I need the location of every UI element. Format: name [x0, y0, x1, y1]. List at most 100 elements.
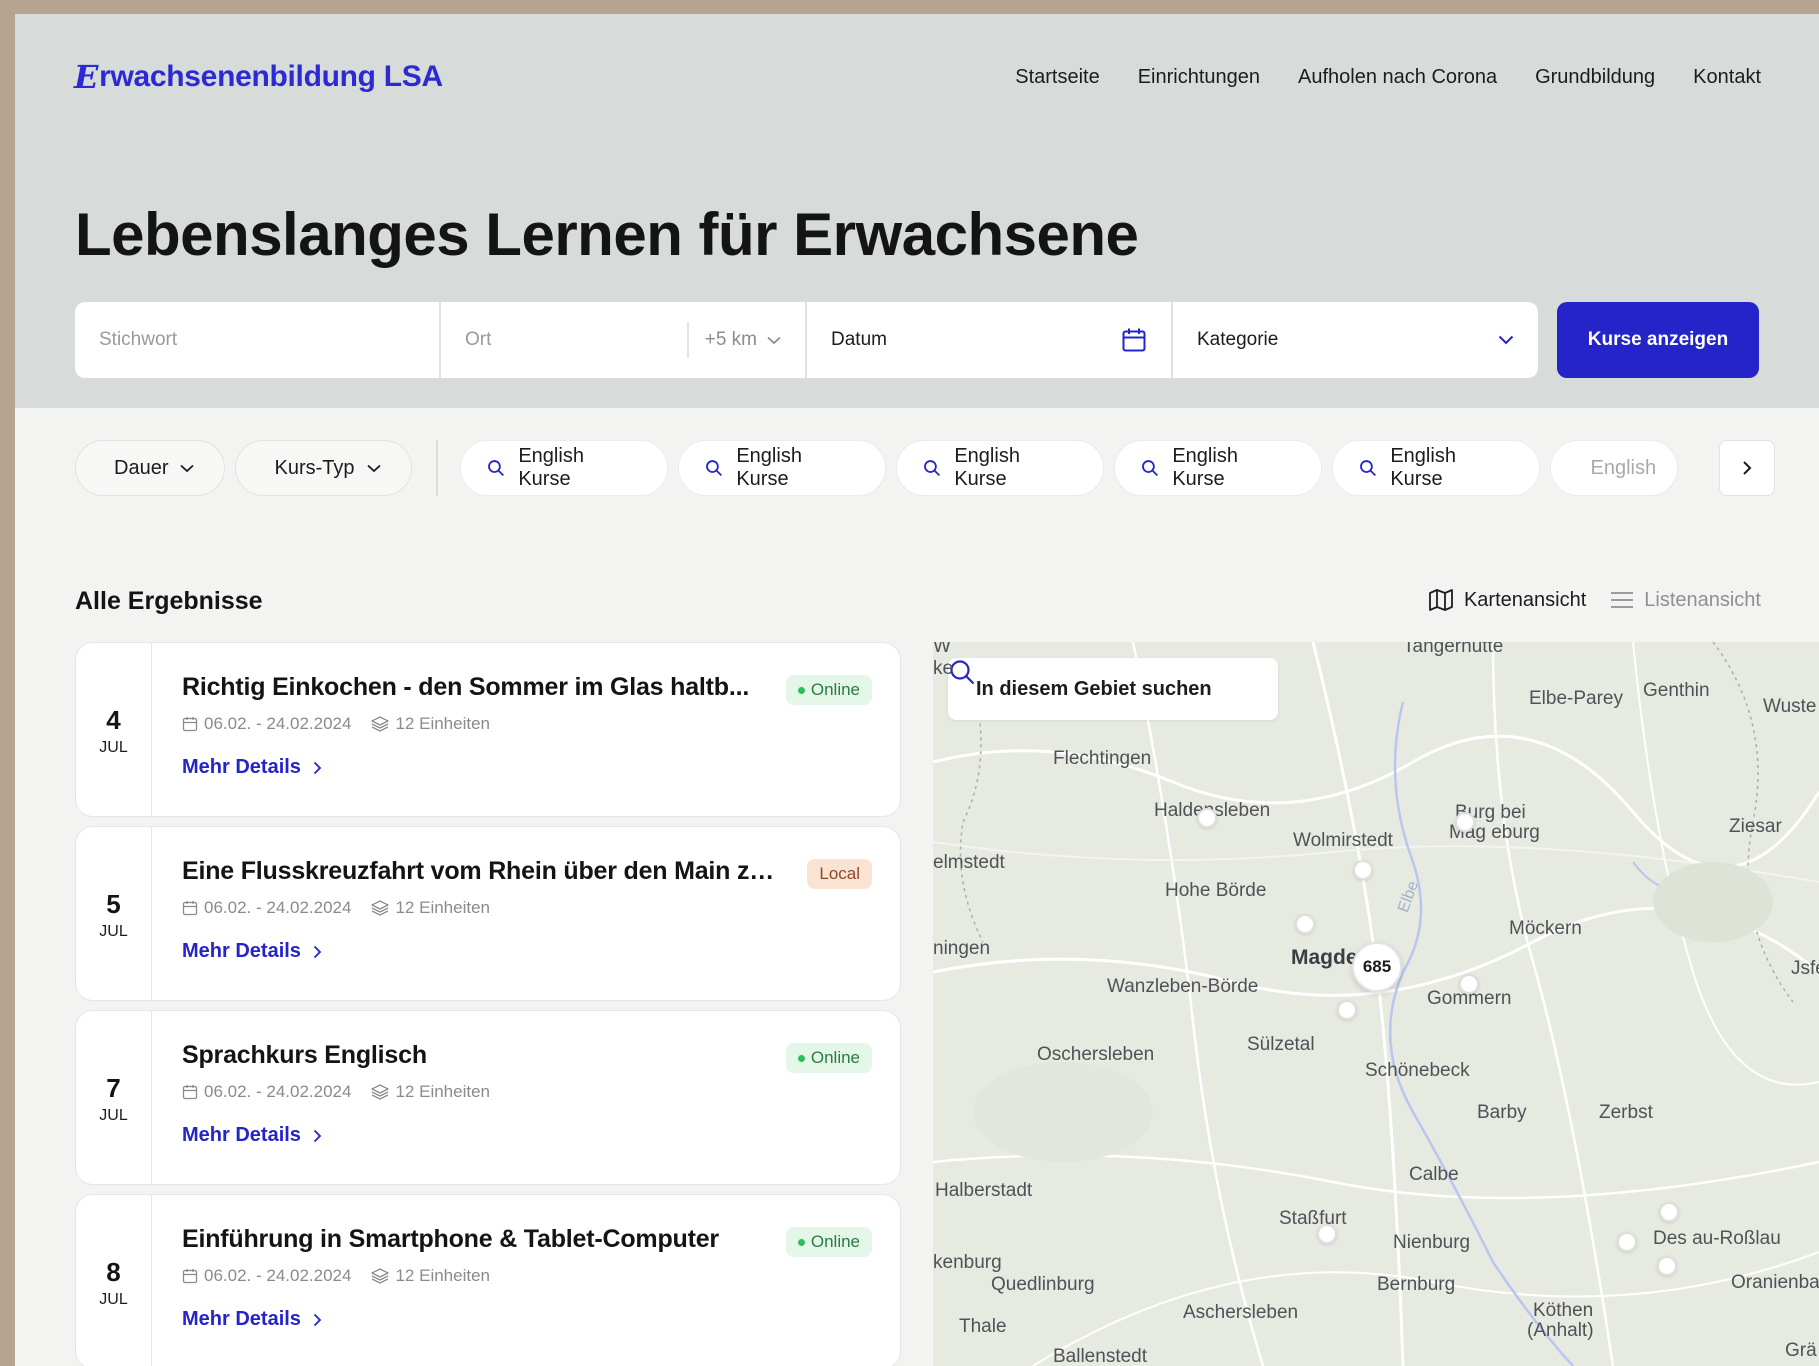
search-icon [705, 460, 722, 477]
view-toggle: Kartenansicht Listenansicht [1428, 588, 1761, 612]
status-badge-label: Online [810, 1048, 860, 1067]
course-date: 5 JUL [76, 827, 152, 1000]
filter-dauer[interactable]: Dauer [75, 440, 226, 496]
nav-link-grundbildung[interactable]: Grundbildung [1535, 66, 1655, 89]
logo-mark: E [74, 58, 99, 96]
suggestion-chip[interactable]: English [1549, 440, 1678, 496]
course-day: 5 [106, 888, 121, 919]
map-pin[interactable] [1455, 812, 1475, 832]
results-list: 4 JUL Richtig Einkochen - den Sommer im … [75, 642, 901, 1366]
course-month: JUL [99, 738, 128, 756]
map-icon [1429, 589, 1453, 611]
map-pin[interactable] [1353, 860, 1373, 880]
course-body: Einführung in Smartphone & Tablet-Comput… [152, 1195, 900, 1366]
keyword-input[interactable]: Stichwort [75, 302, 441, 378]
course-card[interactable]: 4 JUL Richtig Einkochen - den Sommer im … [75, 642, 901, 817]
location-input[interactable]: Ort +5 km [441, 302, 807, 378]
map-label: Ziesar [1729, 816, 1782, 837]
suggestion-chip[interactable]: English Kurse [1113, 440, 1322, 496]
map-cluster-marker[interactable]: 685 [1352, 942, 1402, 992]
radius-value: +5 km [704, 329, 757, 350]
filter-dauer-label: Dauer [114, 456, 169, 479]
search-area-button[interactable]: In diesem Gebiet suchen [948, 658, 1278, 720]
course-card[interactable]: 5 JUL Eine Flusskreuzfahrt vom Rhein übe… [75, 826, 901, 1001]
more-details-link[interactable]: Mehr Details [182, 1124, 872, 1147]
suggestion-chip[interactable]: English Kurse [895, 440, 1104, 496]
map-pin[interactable] [1295, 914, 1315, 934]
map-pin[interactable] [1617, 1232, 1637, 1252]
course-units: 12 Einheiten [371, 898, 490, 918]
map-pin[interactable] [1657, 1256, 1677, 1276]
nav-link-kontakt[interactable]: Kontakt [1693, 66, 1761, 89]
filter-kurs-typ[interactable]: Kurs-Typ [235, 440, 412, 496]
search-icon [487, 460, 504, 477]
map-label: Wuste [1763, 696, 1817, 717]
map-pin[interactable] [1337, 1000, 1357, 1020]
list-view-toggle[interactable]: Listenansicht [1610, 589, 1761, 612]
course-card[interactable]: 7 JUL Sprachkurs Englisch 06.02. - 24.02… [75, 1010, 901, 1185]
category-select[interactable]: Kategorie [1173, 302, 1538, 378]
list-icon [1611, 592, 1634, 608]
nav-link-aufholen[interactable]: Aufholen nach Corona [1298, 66, 1497, 89]
status-badge: Online [785, 1227, 872, 1257]
filter-bar: Dauer Kurs-Typ English Kurse English Kur… [75, 440, 1775, 496]
suggestion-chip[interactable]: English Kurse [1331, 440, 1540, 496]
layers-icon [371, 716, 390, 732]
map-label: Halberstadt [935, 1180, 1033, 1201]
course-units-text: 12 Einheiten [395, 1266, 490, 1285]
map-view-label: Kartenansicht [1463, 588, 1587, 611]
page-title: Lebenslanges Lernen für Erwachsene [75, 201, 1139, 268]
map-label: Grä [1785, 1340, 1817, 1361]
chevron-right-icon [1743, 461, 1752, 475]
course-date: 8 JUL [76, 1195, 152, 1366]
course-dates: 06.02. - 24.02.2024 [182, 898, 351, 918]
results-map[interactable]: In diesem Gebiet suchen W ke Tangerhütte… [933, 642, 1819, 1366]
chevron-down-icon [366, 464, 381, 472]
more-details-link[interactable]: Mehr Details [182, 940, 872, 963]
map-label: Elbe-Parey [1529, 688, 1623, 709]
more-details-link[interactable]: Mehr Details [182, 756, 872, 779]
course-title[interactable]: Einführung in Smartphone & Tablet-Comput… [182, 1225, 782, 1254]
suggestion-chip[interactable]: English Kurse [677, 440, 886, 496]
course-title[interactable]: Richtig Einkochen - den Sommer im Glas h… [182, 673, 782, 702]
chevron-down-icon [767, 336, 781, 344]
suggestion-chip[interactable]: English Kurse [459, 440, 668, 496]
site-logo[interactable]: Erwachsenenbildung LSA [74, 58, 443, 96]
course-units-text: 12 Einheiten [395, 1082, 490, 1101]
more-details-label: Mehr Details [182, 1308, 301, 1330]
map-pin[interactable] [1317, 1224, 1337, 1244]
course-month: JUL [99, 922, 128, 940]
map-label: (Anhalt) [1527, 1320, 1594, 1341]
map-label: Calbe [1409, 1164, 1459, 1185]
scroll-chips-right-button[interactable] [1719, 440, 1775, 496]
show-courses-button[interactable]: Kurse anzeigen [1557, 302, 1759, 378]
chevron-down-icon [180, 464, 195, 472]
status-badge-label: Online [810, 680, 860, 699]
course-title[interactable]: Sprachkurs Englisch [182, 1041, 782, 1070]
radius-select[interactable]: +5 km [686, 322, 781, 358]
map-pin[interactable] [1459, 974, 1479, 994]
calendar-icon [1122, 328, 1146, 352]
search-area-label: In diesem Gebiet suchen [976, 677, 1212, 700]
layers-icon [371, 900, 390, 916]
map-label: ke [933, 658, 954, 679]
course-card[interactable]: 8 JUL Einführung in Smartphone & Tablet-… [75, 1194, 901, 1366]
map-view-toggle[interactable]: Kartenansicht [1428, 588, 1586, 612]
map-label: Zerbst [1599, 1102, 1653, 1123]
course-title[interactable]: Eine Flusskreuzfahrt vom Rhein über den … [182, 857, 782, 886]
map-pin[interactable] [1659, 1202, 1679, 1222]
more-details-link[interactable]: Mehr Details [182, 1308, 872, 1331]
suggestion-chip-label: English Kurse [736, 445, 802, 490]
map-label: Barby [1477, 1102, 1527, 1123]
nav-link-einrichtungen[interactable]: Einrichtungen [1138, 66, 1260, 89]
calendar-icon [182, 1269, 198, 1284]
course-dates-text: 06.02. - 24.02.2024 [204, 898, 352, 917]
keyword-placeholder: Stichwort [99, 329, 178, 350]
map-label: elmstedt [933, 852, 1005, 873]
nav-link-startseite[interactable]: Startseite [1015, 66, 1099, 89]
map-label: Quedlinburg [991, 1274, 1095, 1295]
map-label: Thale [959, 1316, 1007, 1337]
map-pin[interactable] [1197, 808, 1217, 828]
date-picker[interactable]: Datum [807, 302, 1173, 378]
course-date: 7 JUL [76, 1011, 152, 1184]
